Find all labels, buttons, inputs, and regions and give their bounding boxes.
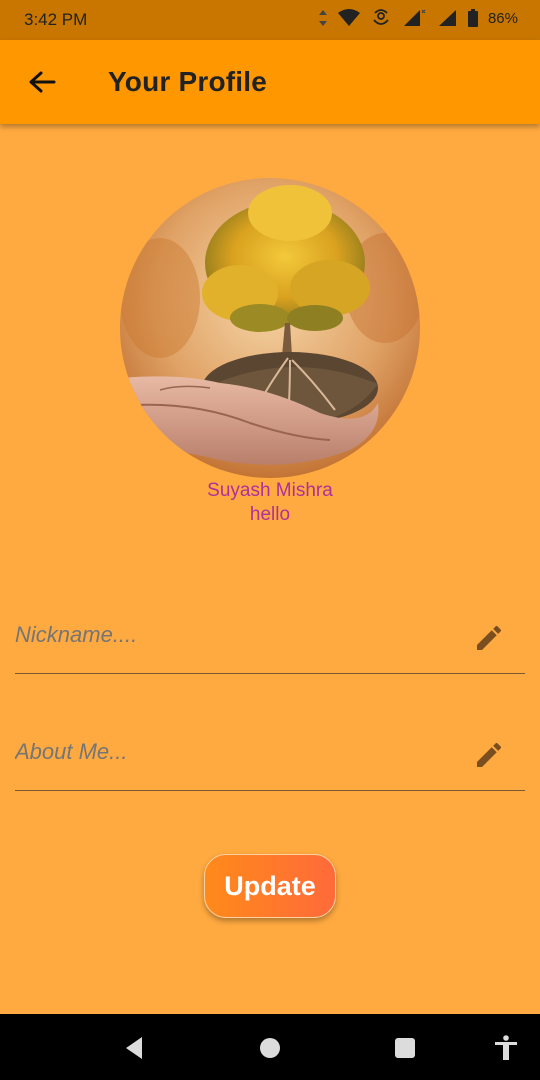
battery-icon bbox=[467, 9, 478, 27]
status-icons: 86% bbox=[318, 8, 518, 28]
data-arrows-icon bbox=[318, 10, 327, 26]
nickname-input[interactable] bbox=[15, 622, 455, 648]
page-title: Your Profile bbox=[108, 66, 268, 97]
pencil-icon[interactable] bbox=[473, 739, 505, 771]
signal-icon bbox=[403, 9, 426, 26]
battery-percentage: 86% bbox=[487, 9, 518, 27]
navigation-bar bbox=[0, 1014, 540, 1080]
profile-name: Suyash Mishra bbox=[207, 480, 333, 501]
avatar[interactable] bbox=[120, 178, 420, 478]
update-button[interactable]: Update bbox=[204, 854, 336, 918]
hotspot-icon bbox=[373, 9, 389, 25]
home-circle-icon[interactable] bbox=[256, 1034, 284, 1062]
status-bar: 3:42 PM 86% bbox=[0, 0, 540, 40]
about-field-container bbox=[15, 731, 525, 791]
about-me-input[interactable] bbox=[15, 739, 455, 765]
app-bar: Your Profile bbox=[0, 40, 540, 124]
back-button[interactable] bbox=[20, 62, 64, 102]
status-time: 3:42 PM bbox=[24, 10, 88, 29]
pencil-icon[interactable] bbox=[473, 622, 505, 654]
profile-about: hello bbox=[249, 504, 291, 525]
back-triangle-icon[interactable] bbox=[120, 1034, 148, 1062]
recents-square-icon[interactable] bbox=[391, 1034, 419, 1062]
signal-icon-2 bbox=[438, 10, 456, 26]
wifi-icon bbox=[337, 9, 360, 26]
arrow-back-icon bbox=[29, 71, 56, 93]
nickname-field-container bbox=[15, 614, 525, 674]
accessibility-icon[interactable] bbox=[492, 1034, 520, 1062]
tree-in-hands-photo bbox=[120, 178, 420, 478]
